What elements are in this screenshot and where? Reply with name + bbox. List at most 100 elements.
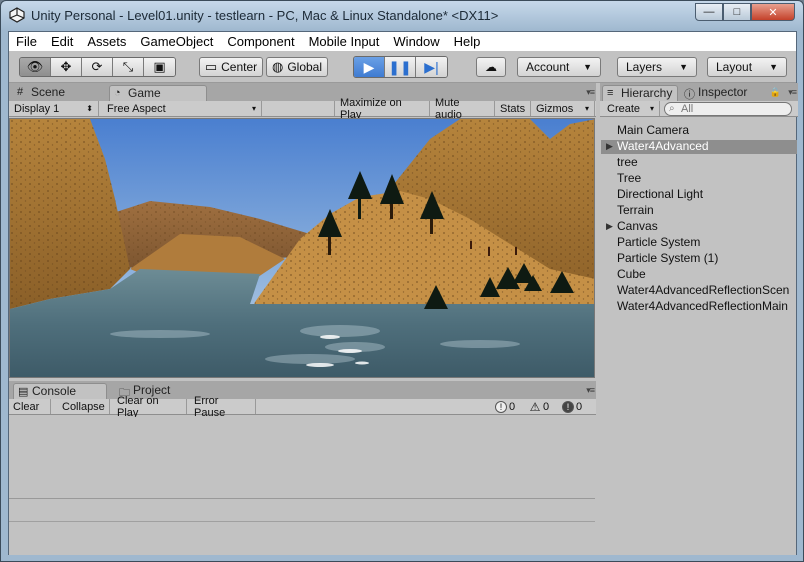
error-icon: !: [562, 401, 574, 413]
aspect-label: Free Aspect: [107, 102, 166, 115]
eye-icon: 👁: [26, 59, 44, 74]
console-icon: ▤: [18, 386, 29, 398]
tab-console[interactable]: ▤ Console: [13, 383, 107, 399]
error-pause-toggle[interactable]: Error Pause: [190, 395, 256, 419]
rotate-tool-button[interactable]: ⟳: [82, 58, 113, 76]
global-label: Global: [287, 60, 323, 74]
maximize-button[interactable]: □: [723, 3, 751, 21]
expand-arrow-icon[interactable]: ▶: [606, 221, 613, 232]
pivot-center-button[interactable]: ▭ Center: [199, 57, 263, 77]
global-button[interactable]: ◍ Global: [266, 57, 328, 77]
list-icon: ≡: [607, 87, 614, 99]
hierarchy-item[interactable]: Water4AdvancedReflectionScen: [617, 283, 789, 297]
rect-icon: ▣: [153, 59, 166, 74]
play-icon: ▶: [363, 58, 375, 75]
dropdown-arrow-icon: ▾: [251, 104, 256, 113]
pause-icon: ❚❚: [388, 58, 412, 75]
view-tool-button[interactable]: 👁: [20, 58, 51, 76]
warning-count-toggle[interactable]: ⚠ 0: [529, 400, 550, 414]
collapse-toggle[interactable]: Collapse: [58, 399, 110, 414]
tab-inspector[interactable]: ⓘ Inspector: [680, 85, 756, 101]
hierarchy-item[interactable]: Canvas: [617, 219, 658, 233]
rect-tool-button[interactable]: ▣: [144, 58, 175, 76]
collab-button[interactable]: ☁: [476, 57, 506, 77]
clear-on-play-toggle[interactable]: Clear on Play: [113, 395, 187, 419]
display-dropdown[interactable]: Display 1 ⬍: [9, 101, 99, 116]
console-log-list[interactable]: [9, 417, 595, 499]
hierarchy-item[interactable]: Cube: [617, 267, 646, 281]
menu-component[interactable]: Component: [227, 34, 294, 49]
expand-arrow-icon[interactable]: ▶: [606, 141, 613, 152]
menu-gameobject[interactable]: GameObject: [140, 34, 213, 49]
tab-scene[interactable]: # Scene: [13, 85, 105, 101]
cloud-icon: ☁: [485, 60, 497, 74]
hierarchy-item[interactable]: Water4AdvancedReflectionMain: [617, 299, 788, 313]
account-label: Account: [526, 60, 570, 74]
lock-icon[interactable]: 🔒: [770, 87, 781, 98]
aspect-dropdown[interactable]: Free Aspect ▾: [102, 101, 262, 116]
create-dropdown[interactable]: Create ▾: [602, 101, 660, 116]
close-button[interactable]: ✕: [751, 3, 795, 21]
hierarchy-item[interactable]: tree: [617, 155, 638, 169]
hierarchy-search-input[interactable]: ⌕ All: [664, 102, 792, 116]
dropdown-arrow-icon: ▼: [769, 62, 778, 72]
display-label: Display 1: [14, 102, 60, 115]
info-circle-icon: ⓘ: [684, 89, 695, 101]
info-count: 0: [509, 401, 516, 413]
hierarchy-item[interactable]: Directional Light: [617, 187, 703, 201]
updown-arrow-icon: ⬍: [86, 104, 93, 113]
inspector-tab-label: Inspector: [698, 85, 748, 99]
console-tab-label: Console: [32, 384, 77, 398]
hierarchy-item[interactable]: Terrain: [617, 203, 654, 217]
menu-file[interactable]: File: [16, 34, 37, 49]
move-tool-button[interactable]: ✥: [51, 58, 82, 76]
pacman-icon: ◔: [114, 87, 121, 99]
tab-game[interactable]: ◔ Game: [109, 85, 207, 101]
play-button[interactable]: ▶: [354, 57, 385, 77]
layers-label: Layers: [626, 60, 663, 74]
stats-toggle[interactable]: Stats: [495, 101, 531, 116]
menu-window[interactable]: Window: [393, 34, 439, 49]
menu-assets[interactable]: Assets: [87, 34, 126, 49]
layers-dropdown[interactable]: Layers ▼: [617, 57, 697, 77]
menu-help[interactable]: Help: [454, 34, 481, 49]
scale-tool-button[interactable]: ⤡: [113, 58, 144, 76]
tab-hierarchy[interactable]: ≡ Hierarchy: [602, 85, 678, 101]
hierarchy-item[interactable]: Particle System (1): [617, 251, 718, 265]
panel-menu-icon[interactable]: ▾≡: [788, 87, 797, 98]
account-dropdown[interactable]: Account ▼: [517, 57, 601, 77]
scale-icon: ⤡: [122, 59, 134, 74]
panel-menu-icon[interactable]: ▾≡: [586, 385, 595, 396]
maximize-on-play-toggle[interactable]: Maximize on Play: [334, 97, 430, 121]
hierarchy-item[interactable]: Particle System: [617, 235, 700, 249]
warning-count: 0: [543, 401, 550, 413]
editor-status-bar: [9, 537, 796, 555]
game-viewport[interactable]: [9, 118, 595, 378]
hierarchy-item[interactable]: Water4Advanced: [617, 139, 709, 153]
error-count-toggle[interactable]: ! 0: [562, 400, 582, 414]
layout-dropdown[interactable]: Layout ▼: [707, 57, 787, 77]
title-bar: Unity Personal - Level01.unity - testlea…: [1, 1, 803, 31]
step-button[interactable]: ▶|: [416, 57, 447, 77]
console-clear-button[interactable]: Clear: [9, 399, 51, 414]
menu-edit[interactable]: Edit: [51, 34, 73, 49]
minimize-button[interactable]: —: [695, 3, 723, 21]
pause-button[interactable]: ❚❚: [385, 57, 416, 77]
dropdown-arrow-icon: ▾: [584, 104, 589, 113]
gizmos-dropdown[interactable]: Gizmos ▾: [531, 101, 595, 116]
window-title: Unity Personal - Level01.unity - testlea…: [31, 8, 499, 23]
view-tab-strip: # Scene ◔ Game ▾≡: [9, 83, 596, 101]
info-count-toggle[interactable]: ! 0: [495, 400, 515, 414]
hierarchy-item[interactable]: Main Camera: [617, 123, 689, 137]
menu-mobile-input[interactable]: Mobile Input: [309, 34, 380, 49]
unity-logo-icon: [9, 7, 25, 23]
hierarchy-item[interactable]: Tree: [617, 171, 641, 185]
dropdown-arrow-icon: ▼: [679, 62, 688, 72]
main-toolbar: 👁 ✥ ⟳ ⤡ ▣ ▭ Center ◍ Global ▶ ❚❚ ▶| ☁ Acco…: [9, 51, 796, 83]
layout-label: Layout: [716, 60, 753, 74]
mute-audio-toggle[interactable]: Mute audio: [430, 97, 495, 121]
hierarchy-list: Main Camera ▶ Water4Advanced tree Tree Direct…: [600, 118, 798, 538]
game-render: [10, 119, 594, 377]
warning-icon: ⚠: [529, 400, 541, 414]
panel-menu-icon[interactable]: ▾≡: [586, 87, 595, 98]
